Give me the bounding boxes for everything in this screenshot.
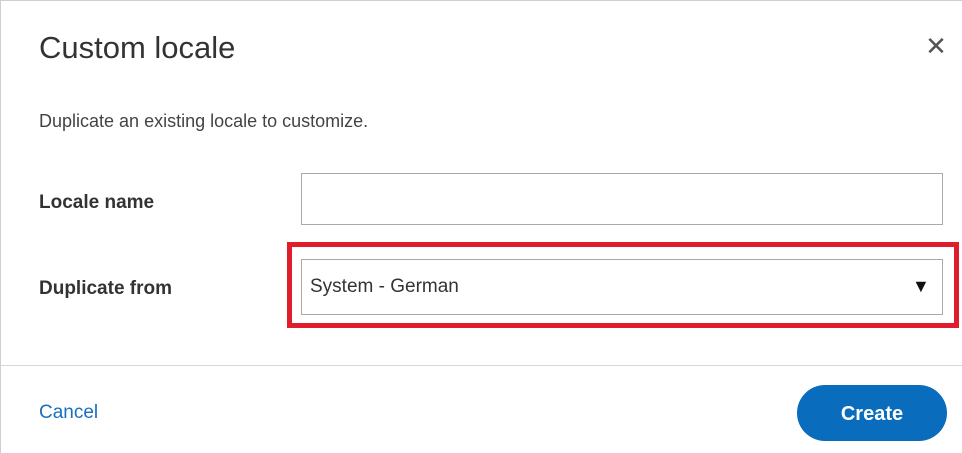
footer-divider [1, 365, 962, 366]
dialog-subtitle: Duplicate an existing locale to customiz… [39, 111, 369, 131]
custom-locale-dialog: Custom locale ✕ Duplicate an existing lo… [0, 0, 962, 453]
triangle-down-icon: ▼ [912, 276, 930, 296]
duplicate-from-selected-value: System - German [310, 276, 459, 297]
locale-name-label: Locale name [39, 192, 155, 213]
dialog-title: Custom locale [39, 30, 236, 65]
close-icon[interactable]: ✕ [923, 31, 949, 61]
locale-name-input[interactable] [301, 173, 943, 225]
duplicate-from-label: Duplicate from [39, 278, 173, 299]
create-button[interactable]: Create [797, 385, 947, 441]
duplicate-from-select[interactable]: System - German ▼ [301, 259, 943, 315]
cancel-link[interactable]: Cancel [39, 400, 98, 426]
